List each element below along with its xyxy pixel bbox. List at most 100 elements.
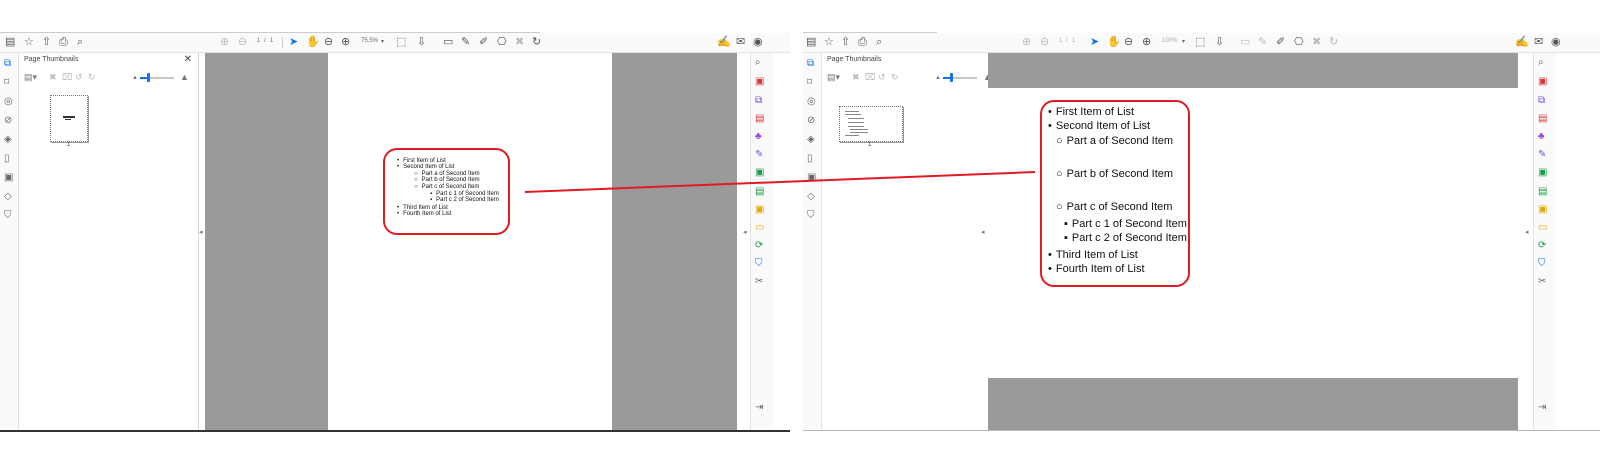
bookmark-icon[interactable]: ⌑ (4, 78, 9, 88)
star-icon[interactable]: ☆ (24, 36, 34, 49)
scan-icon[interactable]: ▣ (1538, 205, 1547, 215)
trash-icon[interactable]: ✖ (1312, 36, 1321, 49)
layers-icon[interactable]: ◈ (4, 135, 12, 145)
rotate-icon[interactable]: ↻ (1329, 36, 1338, 49)
fill-sign-icon[interactable]: ✎ (755, 150, 763, 160)
star-icon[interactable]: ☆ (824, 36, 834, 49)
share-icon[interactable]: ♣ (755, 132, 762, 142)
search-icon[interactable]: ⌕ (876, 36, 882, 49)
export-pdf-icon[interactable]: ▣ (755, 168, 764, 178)
fit-page-icon[interactable]: ⬚ (1195, 36, 1205, 49)
page-thumbnails-icon[interactable]: ⧉ (4, 59, 11, 69)
save-icon[interactable]: ▤ (5, 36, 15, 49)
mail-icon[interactable]: ✉ (1534, 36, 1543, 49)
scroll-mode-icon[interactable]: ⇩ (417, 36, 426, 49)
select-tool-icon[interactable]: ➤ (289, 36, 298, 49)
attachment-icon[interactable]: ⊘ (4, 116, 12, 126)
collapse-tools-icon[interactable]: ⇥ (1538, 403, 1546, 413)
rotate-ccw-icon[interactable]: ↺ (75, 72, 83, 83)
delete-page-icon[interactable]: ✖ (852, 72, 860, 83)
zoom-dropdown-chevron-icon[interactable]: ▾ (381, 38, 384, 45)
combine-files-icon[interactable]: ⧉ (1538, 96, 1545, 106)
zoom-level-select[interactable]: 75.5% (361, 38, 378, 44)
share-icon[interactable]: ♣ (1538, 132, 1545, 142)
page-up-icon[interactable]: ⊕ (220, 36, 229, 49)
zoom-out-icon[interactable]: ⊖ (1124, 36, 1133, 49)
account-icon[interactable]: ◉ (753, 36, 763, 49)
stamp-icon[interactable]: ⎔ (1294, 36, 1304, 49)
hand-tool-icon[interactable]: ✋ (306, 36, 320, 49)
sign-icon[interactable]: ✍ (717, 36, 731, 49)
fill-sign-icon[interactable]: ✎ (1538, 150, 1546, 160)
zoom-in-icon[interactable]: ⊕ (1142, 36, 1151, 49)
tag-icon[interactable]: ◇ (807, 192, 815, 202)
zoom-out-icon[interactable]: ⊖ (324, 36, 333, 49)
page-current[interactable]: 1 (1059, 38, 1062, 44)
zoom-level-select[interactable]: 100% (1162, 38, 1177, 44)
more-tools-icon[interactable]: ✂ (1538, 277, 1546, 287)
thumbnail-zoom-slider[interactable] (950, 73, 953, 82)
print-icon[interactable]: ⎙ (59, 36, 68, 49)
create-pdf-icon[interactable]: ▣ (755, 77, 764, 87)
collapse-left-panel-icon[interactable]: ◂ (981, 228, 985, 236)
collapse-right-panel-icon[interactable]: ◂ (743, 228, 747, 236)
search-tool-icon[interactable]: ⌕ (755, 58, 761, 68)
organize-pages-icon[interactable]: ▤ (755, 114, 764, 124)
select-tool-icon[interactable]: ➤ (1090, 36, 1099, 49)
extract-page-icon[interactable]: ⌧ (865, 72, 875, 83)
security-icon[interactable]: ⛉ (4, 211, 12, 221)
print-icon[interactable]: ⎙ (858, 36, 867, 49)
security-icon[interactable]: ⛉ (807, 211, 815, 221)
zoom-in-icon[interactable]: ⊕ (341, 36, 350, 49)
edit-pdf-icon[interactable]: ▤ (755, 187, 764, 197)
send-icon[interactable]: ⟳ (755, 241, 763, 251)
image-icon[interactable]: ▣ (807, 173, 816, 183)
create-pdf-icon[interactable]: ▣ (1538, 77, 1547, 87)
page-down-icon[interactable]: ⊖ (238, 36, 247, 49)
sign-icon[interactable]: ✍ (1515, 36, 1529, 49)
page-down-icon[interactable]: ⊖ (1040, 36, 1049, 49)
comment-icon[interactable]: ▭ (443, 36, 453, 49)
document-icon[interactable]: ▯ (807, 154, 813, 164)
mail-icon[interactable]: ✉ (736, 36, 745, 49)
upload-icon[interactable]: ⇧ (42, 36, 51, 49)
rotate-cw-icon[interactable]: ↻ (891, 72, 899, 83)
thumbnail-zoom-slider[interactable] (147, 73, 150, 82)
collapse-left-panel-icon[interactable]: ◂ (199, 228, 203, 236)
page-up-icon[interactable]: ⊕ (1022, 36, 1031, 49)
highlight-icon[interactable]: ✐ (1276, 36, 1285, 49)
account-icon[interactable]: ◉ (1551, 36, 1561, 49)
more-tools-icon[interactable]: ✂ (755, 277, 763, 287)
layers-icon[interactable]: ◈ (807, 135, 815, 145)
image-icon[interactable]: ▣ (4, 173, 13, 183)
comment-tool-icon[interactable]: ▭ (1538, 223, 1547, 233)
close-icon[interactable]: ✕ (184, 54, 192, 65)
target-icon[interactable]: ◎ (807, 97, 816, 107)
thumbnail-options-icon[interactable]: ▤▾ (827, 72, 840, 83)
export-pdf-icon[interactable]: ▣ (1538, 168, 1547, 178)
rotate-icon[interactable]: ↻ (532, 36, 541, 49)
combine-files-icon[interactable]: ⧉ (755, 96, 762, 106)
target-icon[interactable]: ◎ (4, 97, 13, 107)
trash-icon[interactable]: ✖ (515, 36, 524, 49)
page-thumbnail[interactable] (839, 106, 903, 142)
hand-tool-icon[interactable]: ✋ (1107, 36, 1121, 49)
protect-icon[interactable]: ⛉ (1538, 259, 1546, 269)
scan-icon[interactable]: ▣ (755, 205, 764, 215)
send-icon[interactable]: ⟳ (1538, 241, 1546, 251)
zoom-dropdown-chevron-icon[interactable]: ▾ (1182, 38, 1185, 45)
organize-pages-icon[interactable]: ▤ (1538, 114, 1547, 124)
edit-pdf-icon[interactable]: ▤ (1538, 187, 1547, 197)
extract-page-icon[interactable]: ⌧ (62, 72, 72, 83)
bookmark-icon[interactable]: ⌑ (807, 78, 812, 88)
save-icon[interactable]: ▤ (806, 36, 816, 49)
collapse-tools-icon[interactable]: ⇥ (755, 403, 763, 413)
document-icon[interactable]: ▯ (4, 154, 10, 164)
stamp-icon[interactable]: ⎔ (497, 36, 507, 49)
attachment-icon[interactable]: ⊘ (807, 116, 815, 126)
highlight-icon[interactable]: ✐ (479, 36, 488, 49)
thumbnail-options-icon[interactable]: ▤▾ (24, 72, 37, 83)
protect-icon[interactable]: ⛉ (755, 259, 763, 269)
page-current[interactable]: 1 (257, 38, 260, 44)
comment-icon[interactable]: ▭ (1240, 36, 1250, 49)
